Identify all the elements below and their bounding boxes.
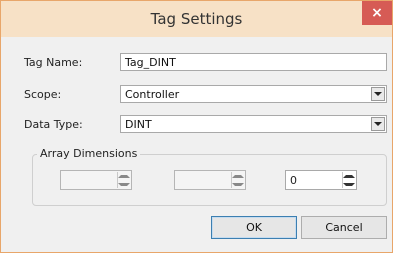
cancel-button[interactable]: Cancel <box>301 216 387 239</box>
array-dimension-3-stepper[interactable]: 0 <box>285 170 357 190</box>
close-icon[interactable]: × <box>362 1 392 25</box>
tag-name-input[interactable]: Tag_DINT <box>120 53 387 71</box>
scope-label: Scope: <box>24 88 61 101</box>
scope-label-text: Scope: <box>24 88 62 101</box>
spin-down-icon[interactable] <box>118 180 130 188</box>
dimension-3-value: 0 <box>290 174 297 187</box>
data-type-dropdown[interactable]: DINT <box>120 115 387 133</box>
scope-dropdown[interactable]: Controller <box>120 85 387 103</box>
dialog-title: Tag Settings <box>150 10 243 28</box>
data-type-value: DINT <box>125 118 152 131</box>
spin-down-icon[interactable] <box>343 180 355 188</box>
title-bar[interactable]: Tag Settings × <box>1 1 392 37</box>
spin-down-icon[interactable] <box>232 180 244 188</box>
spin-arrows-2[interactable] <box>231 172 244 188</box>
tag-name-value: Tag_DINT <box>125 56 176 69</box>
array-dimensions-title: Array Dimensions <box>37 147 141 160</box>
spin-up-icon[interactable] <box>232 172 244 180</box>
chevron-down-icon[interactable] <box>371 87 385 101</box>
tag-settings-dialog: Tag Settings × Tag Name: Tag_DINT Scope:… <box>0 0 393 253</box>
scope-value: Controller <box>125 88 180 101</box>
spin-up-icon[interactable] <box>118 172 130 180</box>
data-type-label: Data Type: <box>24 118 83 131</box>
spin-up-icon[interactable] <box>343 172 355 180</box>
ok-button[interactable]: OK <box>211 216 297 239</box>
array-dimension-1-stepper[interactable] <box>60 170 132 190</box>
spin-arrows-1[interactable] <box>117 172 130 188</box>
chevron-down-icon[interactable] <box>371 117 385 131</box>
close-glyph: × <box>371 5 383 21</box>
tag-name-label: Tag Name: <box>24 56 82 69</box>
tag-name-label-text: Tag Name: <box>24 56 83 69</box>
spin-arrows-3[interactable] <box>342 172 355 188</box>
data-type-label-text: Data Type: <box>24 118 83 131</box>
array-dimension-2-stepper[interactable] <box>174 170 246 190</box>
